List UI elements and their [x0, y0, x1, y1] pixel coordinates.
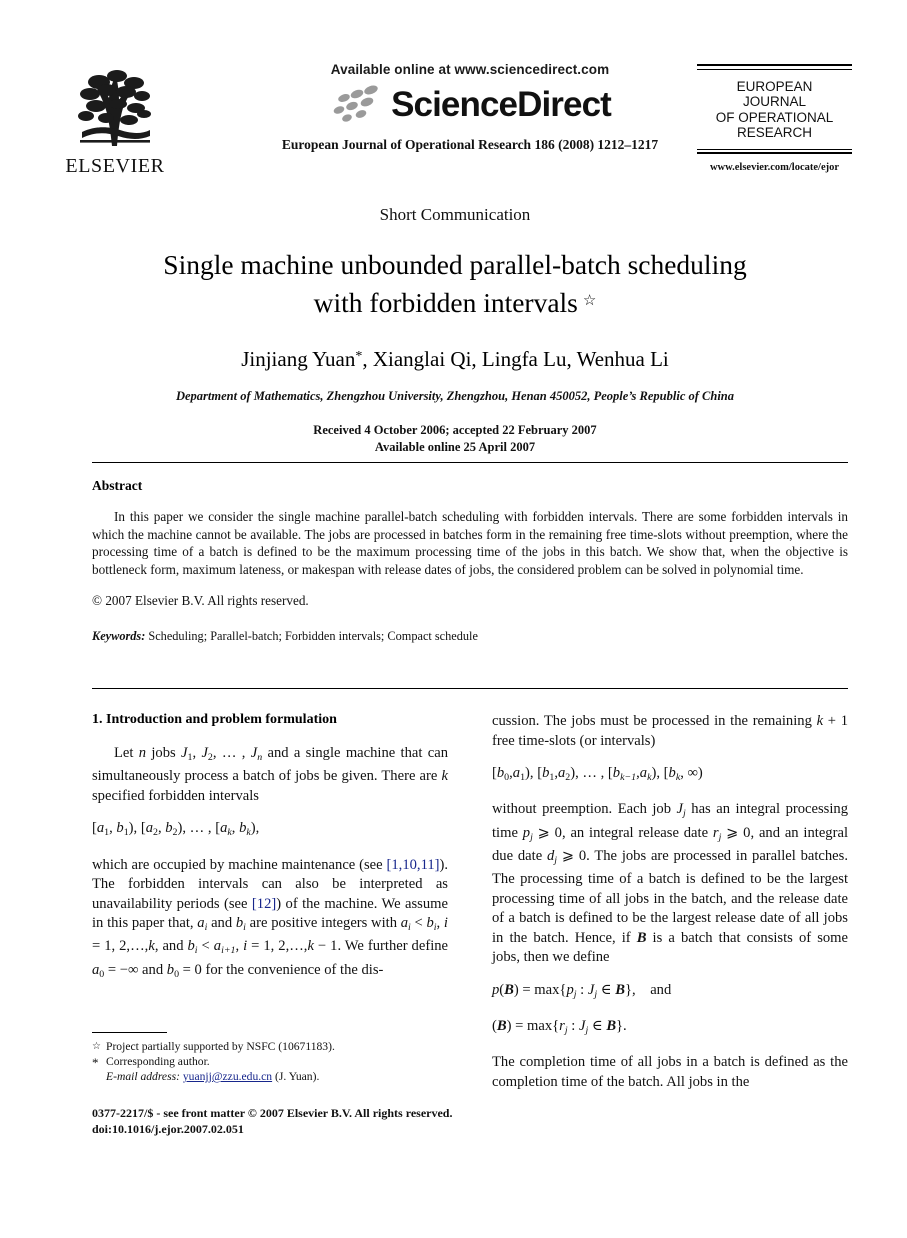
- journal-logo-line-4: RESEARCH: [736, 125, 812, 140]
- keywords-label: Keywords:: [92, 629, 146, 644]
- column-right: cussion. The jobs must be processed in t…: [492, 712, 848, 1092]
- journal-box-top-rule: [697, 64, 852, 70]
- body-columns: 1. Introduction and problem formulation …: [92, 712, 848, 1090]
- journal-logo-line-3: OF OPERATIONAL: [715, 109, 834, 125]
- author-primary: Jinjiang Yuan: [241, 347, 356, 371]
- text-run: without preemption. Each job: [492, 801, 677, 818]
- sciencedirect-dots-icon: [333, 85, 378, 122]
- doi-line: doi:10.1016/j.ejor.2007.02.051: [92, 1122, 244, 1136]
- available-online-text: Available online at www.sciencedirect.co…: [330, 62, 610, 77]
- title-footnote-marker[interactable]: ☆: [583, 293, 596, 309]
- available-online-date: Available online 25 April 2007: [374, 440, 536, 454]
- keywords-value: Scheduling; Parallel-batch; Forbidden in…: [148, 629, 478, 644]
- received-accepted-line: Received 4 October 2006; accepted 22 Feb…: [313, 423, 597, 437]
- equation-batch-processing-time: p(B) = max{pj : Jj ∈ B}, and: [492, 981, 672, 1000]
- elsevier-logo: ELSEVIER: [60, 66, 170, 178]
- journal-logo-line-2: JOURNAL: [742, 94, 806, 109]
- journal-logo-text: EUROPEAN JOURNAL OF OPERATIONAL RESEARCH: [697, 79, 852, 141]
- page-title: Single machine unbounded parallel-batch …: [60, 247, 850, 321]
- footnote-email: E-mail address: yuanjj@zzu.edu.cn (J. Yu…: [92, 1069, 452, 1084]
- abstract-bottom-rule: [92, 688, 848, 689]
- footnote-corresponding-text: Corresponding author.: [106, 1055, 210, 1068]
- section-heading: 1. Introduction and problem formulation: [92, 712, 337, 727]
- email-link[interactable]: yuanjj@zzu.edu.cn: [183, 1070, 272, 1083]
- footnote-marker-star-outline: ☆: [92, 1041, 101, 1052]
- author-others: , Xianglai Qi, Lingfa Lu, Wenhua Li: [362, 347, 669, 371]
- journal-logo-box: EUROPEAN JOURNAL OF OPERATIONAL RESEARCH…: [697, 64, 852, 173]
- title-line-2: with forbidden intervals: [313, 287, 578, 318]
- text-run: for the convenience of the dis-: [201, 961, 384, 978]
- abstract-top-rule: [92, 462, 848, 463]
- text-run: free time-slots (or intervals): [492, 732, 656, 749]
- page-footer: 0377-2217/$ - see front matter © 2007 El…: [92, 1105, 592, 1137]
- abstract-copyright: © 2007 Elsevier B.V. All rights reserved…: [92, 592, 309, 608]
- masthead: ELSEVIER Available online at www.science…: [60, 62, 852, 200]
- journal-url[interactable]: www.elsevier.com/locate/ejor: [697, 162, 852, 173]
- elsevier-wordmark: ELSEVIER: [65, 155, 165, 177]
- keywords-line: Keywords: Scheduling; Parallel-batch; Fo…: [92, 629, 848, 644]
- publication-dates: Received 4 October 2006; accepted 22 Feb…: [60, 422, 850, 456]
- abstract-section: Abstract In this paper we consider the s…: [92, 478, 848, 644]
- abstract-heading: Abstract: [92, 478, 143, 493]
- footnote-marker-asterisk: *: [92, 1055, 99, 1070]
- equation-forbidden-intervals: [a1, b1), [a2, b2), … , [ak, bk),: [92, 820, 260, 839]
- sciencedirect-logo: ScienceDirect: [235, 84, 705, 124]
- text-run: , an integral release date: [561, 824, 713, 841]
- citation-link-1-10-11[interactable]: [1,10,11]: [387, 857, 440, 873]
- text-run: specified forbidden intervals: [92, 787, 259, 804]
- column-left: 1. Introduction and problem formulation …: [92, 712, 448, 984]
- text-run: which are occupied by machine maintenanc…: [92, 856, 387, 873]
- paragraph-free-slots: cussion. The jobs must be processed in t…: [492, 713, 849, 749]
- paragraph-maintenance: which are occupied by machine maintenanc…: [92, 856, 449, 980]
- var-k: k: [441, 768, 448, 785]
- footnote-funding: ☆ Project partially supported by NSFC (1…: [92, 1039, 452, 1054]
- text-run: jobs: [146, 745, 182, 761]
- journal-logo-line-1: EUROPEAN: [736, 78, 813, 94]
- footnote-separator-rule: [92, 1032, 167, 1033]
- text-run: cussion. The jobs must be processed in t…: [492, 713, 817, 729]
- paragraph-completion-time: The completion time of all jobs in a bat…: [492, 1054, 848, 1090]
- text-run: are positive integers with: [245, 915, 401, 932]
- var-n: n: [138, 745, 147, 761]
- sciencedirect-block: Available online at www.sciencedirect.co…: [235, 62, 705, 153]
- email-suffix: (J. Yuan).: [275, 1070, 320, 1083]
- footnote-funding-text: Project partially supported by NSFC (106…: [106, 1040, 335, 1053]
- citation-link-12[interactable]: [12]: [252, 896, 276, 912]
- title-line-1: Single machine unbounded parallel-batch …: [163, 249, 747, 280]
- affiliation: Department of Mathematics, Zhengzhou Uni…: [175, 389, 735, 403]
- equation-batch-release-date: (B) = max{rj : Jj ∈ B}.: [492, 1017, 627, 1036]
- title-block: Short Communication Single machine unbou…: [60, 205, 850, 456]
- issn-copyright-line: 0377-2217/$ - see front matter © 2007 El…: [92, 1106, 453, 1120]
- footnotes-block: ☆ Project partially supported by NSFC (1…: [92, 1032, 452, 1084]
- text-run: Let: [114, 745, 139, 761]
- journal-citation-line: European Journal of Operational Research…: [281, 137, 659, 152]
- document-page: ELSEVIER Available online at www.science…: [0, 0, 907, 1238]
- paragraph-intro: Let n jobs J1, J2, … , Jn and a single m…: [92, 745, 449, 804]
- paragraph-job-params: without preemption. Each job Jj has an i…: [492, 801, 848, 966]
- sciencedirect-wordmark: ScienceDirect: [391, 84, 612, 124]
- equation-free-timeslots: [b0,a1), [b1,a2), … , [bk−1,ak), [bk, ∞): [492, 765, 703, 783]
- abstract-body: In this paper we consider the single mac…: [92, 509, 848, 577]
- article-type: Short Communication: [379, 205, 531, 224]
- email-label: E-mail address:: [106, 1070, 180, 1083]
- footnote-corresponding-author: * Corresponding author.: [92, 1054, 452, 1070]
- journal-box-bottom-rule: [697, 148, 852, 154]
- text-run: We further define: [341, 938, 449, 955]
- author-list: Jinjiang Yuan*, Xianglai Qi, Lingfa Lu, …: [60, 347, 850, 372]
- elsevier-tree-icon: [74, 66, 156, 154]
